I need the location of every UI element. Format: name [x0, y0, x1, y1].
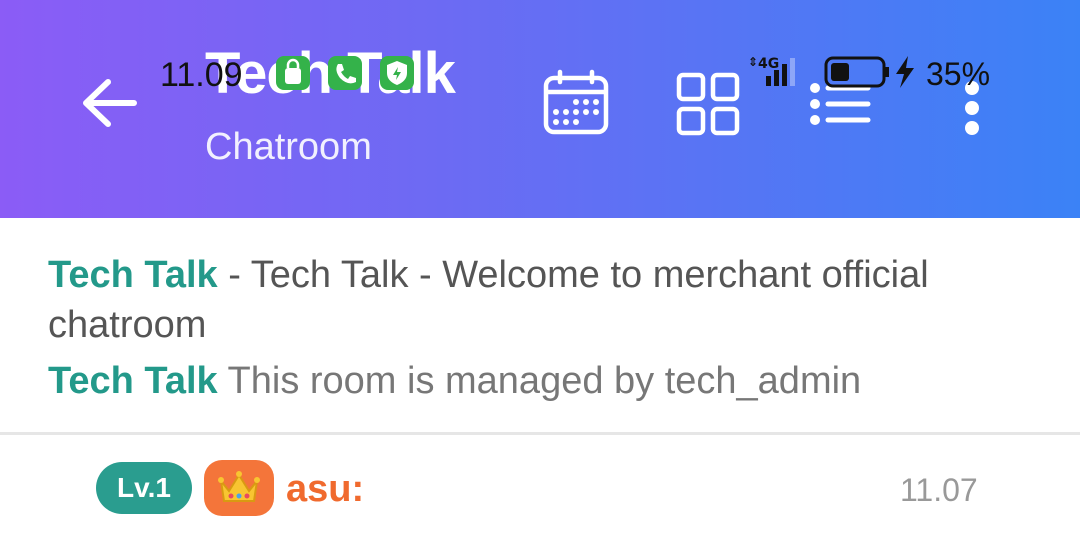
crown-icon [218, 471, 260, 502]
grid-button[interactable] [676, 72, 740, 136]
back-arrow-icon [83, 79, 137, 127]
page-subtitle: Chatroom [205, 126, 372, 168]
announcement-brand: Tech Talk [48, 254, 218, 296]
calendar-button[interactable] [542, 68, 610, 136]
calendar-icon [543, 69, 609, 135]
grid-icon [676, 72, 740, 136]
managed-text: This room is managed by tech_admin [217, 360, 862, 402]
battery-icon [824, 54, 924, 95]
status-time: 11.09 [160, 56, 243, 94]
divider [0, 432, 1080, 435]
message-time: 11.07 [900, 472, 978, 508]
battery-percent: 35% [926, 56, 991, 92]
announcement: Tech Talk - Tech Talk - Welcome to merch… [48, 250, 1038, 350]
crown-badge [204, 460, 274, 516]
signal-icon: ⇕ 4G [748, 54, 818, 95]
shield-icon [380, 56, 414, 90]
phone-icon [328, 56, 362, 90]
svg-text:⇕: ⇕ [748, 55, 758, 69]
room-managed-notice: Tech Talk This room is managed by tech_a… [48, 360, 861, 403]
back-button[interactable] [78, 74, 140, 132]
shopping-bag-icon [276, 56, 310, 90]
app-header: Tech Talk Chatroom [0, 0, 1080, 218]
level-badge: Lv.1 [96, 462, 192, 514]
message-item[interactable]: Lv.1 asu: 11.07 [0, 450, 1080, 530]
message-username[interactable]: asu: [286, 468, 364, 511]
svg-text:4G: 4G [758, 56, 779, 72]
managed-brand: Tech Talk [48, 360, 218, 402]
